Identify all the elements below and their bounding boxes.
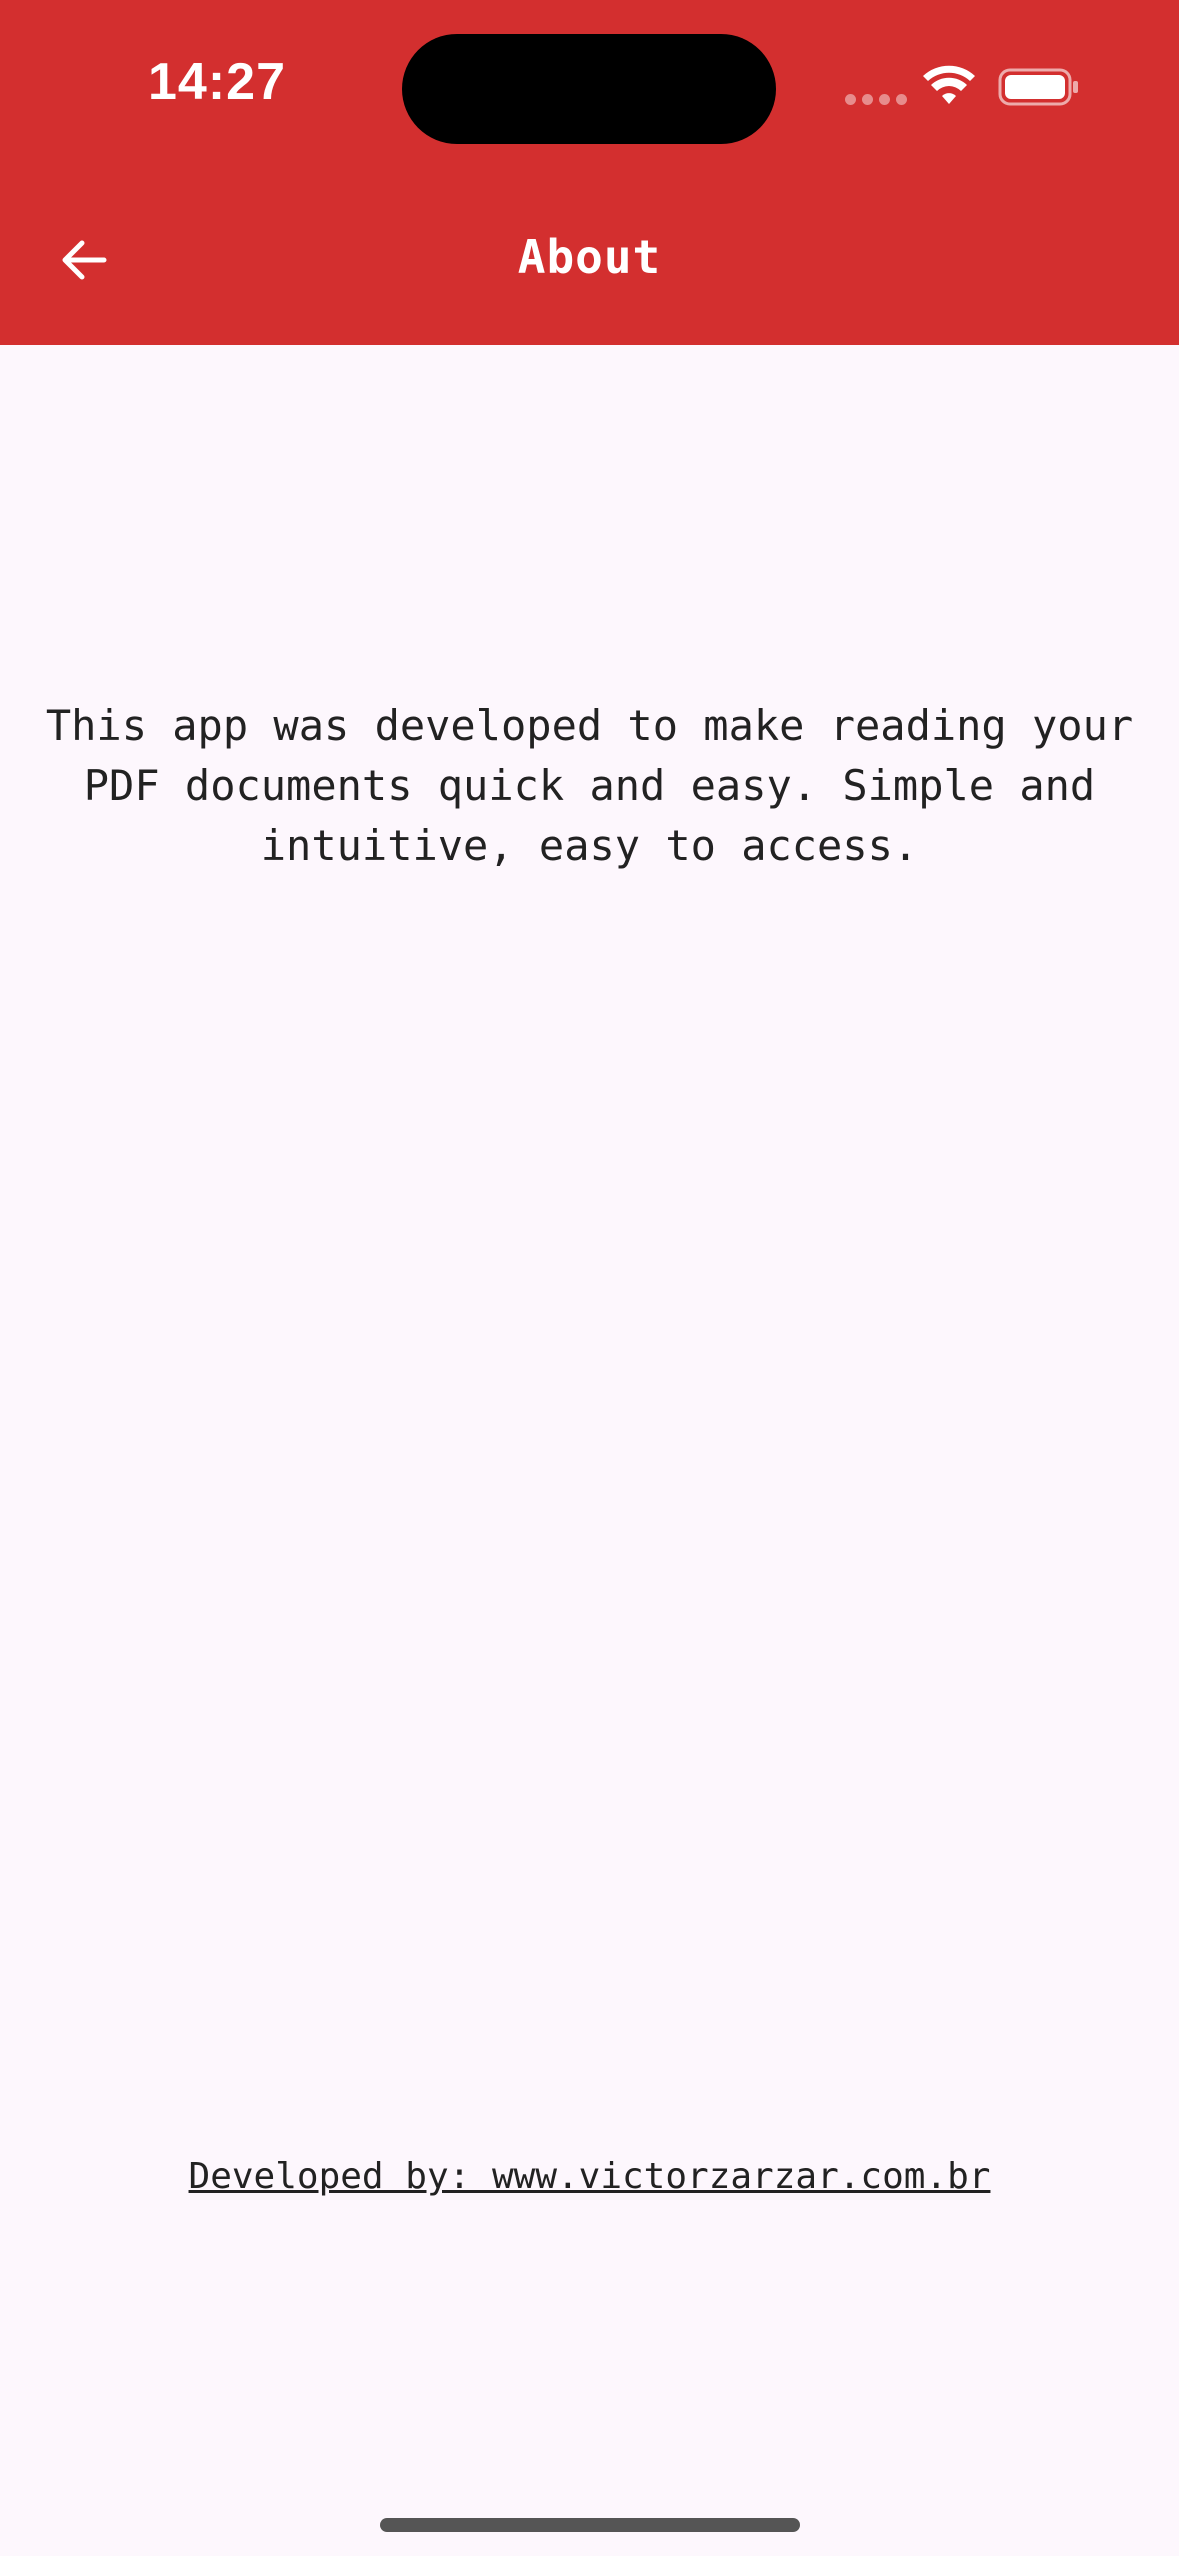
dynamic-island: [402, 34, 776, 144]
page-title: About: [517, 230, 662, 284]
status-time: 14:27: [148, 53, 286, 111]
app-description: This app was developed to make reading y…: [45, 701, 1134, 870]
developer-link[interactable]: Developed by: www.victorzarzar.com.br: [189, 2156, 991, 2197]
cellular-signal-icon: [845, 94, 907, 105]
app-header: 14:27 About: [0, 0, 1179, 345]
battery-icon: [998, 68, 1078, 106]
wifi-icon: [923, 65, 975, 104]
developer-credit: Developed by: www.victorzarzar.com.br: [0, 2156, 1179, 2197]
home-indicator[interactable]: [380, 2518, 800, 2532]
